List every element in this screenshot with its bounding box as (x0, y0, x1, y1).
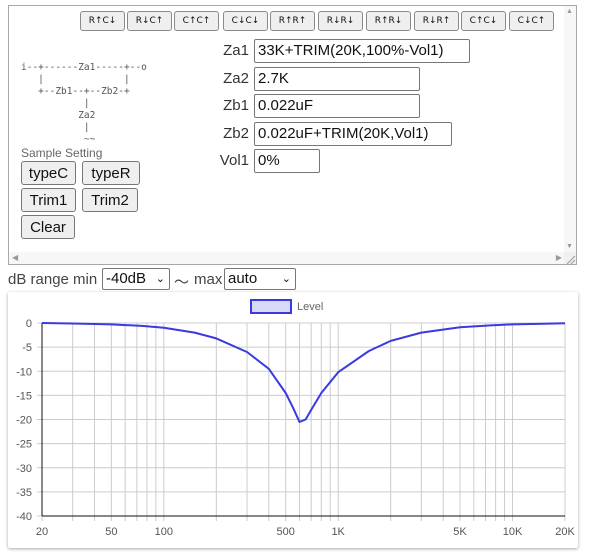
preset-button[interactable]: R↓R↓ (318, 11, 363, 31)
x-tick-label: 1K (331, 526, 345, 538)
range-separator: 〜 (174, 274, 190, 291)
series-line-level (41, 322, 566, 423)
db-min-select-value: -40dB (106, 270, 147, 287)
preset-button[interactable]: R↑R↑ (270, 11, 315, 31)
diagram-line: | (21, 98, 90, 109)
x-tick-label: 500 (277, 526, 295, 538)
sample-button[interactable]: typeR (82, 161, 140, 185)
x-tick-label: 5K (453, 526, 467, 538)
frequency-response-chart: 0 -5 -10 -15 -20 -25 -30 -35 -40 20 50 100 500 1K 5K 10… (8, 292, 578, 548)
circuit-diagram: i--+------Za1-----+--o | | +--Zb1--+--Zb… (21, 62, 147, 146)
sample-button[interactable]: typeC (21, 161, 76, 185)
sample-button[interactable]: Trim2 (82, 188, 138, 212)
preset-button[interactable]: C↑C↑ (174, 11, 219, 31)
x-tick-label: 20 (36, 526, 48, 538)
legend-label: Level (297, 301, 323, 313)
field-label: Za2 (223, 70, 249, 87)
preset-button[interactable]: C↑C↓ (461, 11, 506, 31)
field-label: Za1 (223, 42, 249, 59)
y-tick-label: -20 (16, 415, 32, 427)
db-max-select[interactable]: auto ⌄ (224, 268, 296, 290)
chevron-down-icon: ⌄ (155, 273, 165, 285)
horizontal-scrollbar[interactable]: ◀ ▶ (9, 252, 565, 264)
field-label: Vol1 (219, 152, 249, 169)
vertical-scrollbar[interactable]: ▲ ▼ (564, 6, 576, 252)
db-range-max-label: max (194, 271, 223, 288)
x-tick-label: 50 (105, 526, 117, 538)
sample-button[interactable]: Trim1 (21, 188, 76, 212)
field-input[interactable]: 0.022uF (254, 94, 420, 118)
resize-grip-icon[interactable] (564, 252, 576, 265)
y-tick-label: -40 (16, 511, 32, 523)
preset-button[interactable]: R↓R↑ (414, 11, 459, 31)
x-tick-label: 20K (555, 526, 575, 538)
preset-button[interactable]: R↑C↓ (80, 11, 125, 31)
preset-button[interactable]: R↑R↓ (366, 11, 411, 31)
chart-svg: 0 -5 -10 -15 -20 -25 -30 -35 -40 20 50 100 500 1K 5K 10… (16, 299, 575, 538)
y-tick-label: -25 (16, 439, 32, 451)
preset-button[interactable]: C↓C↓ (223, 11, 268, 31)
preset-button[interactable]: R↓C↑ (127, 11, 172, 31)
y-tick-label: 0 (26, 318, 32, 330)
y-tick-label: -10 (16, 366, 32, 378)
field-input[interactable]: 0.022uF+TRIM(20K,Vol1) (254, 122, 452, 146)
scroll-down-icon[interactable]: ▼ (566, 243, 573, 250)
field-label: Zb2 (223, 125, 249, 142)
sample-button[interactable]: Clear (21, 215, 75, 239)
field-input[interactable]: 33K+TRIM(20K,100%-Vol1) (254, 39, 470, 63)
db-min-select[interactable]: -40dB ⌄ (102, 268, 170, 290)
circuit-textarea-panel[interactable]: R↑C↓ R↓C↑ C↑C↑ C↓C↓ R↑R↑ R↓R↓ R↑R↓ R↓R↑ C↑C↓ C↓C↑… (8, 5, 577, 265)
preset-button[interactable]: C↓C↑ (509, 11, 554, 31)
scroll-right-icon[interactable]: ▶ (556, 253, 562, 262)
db-max-select-value: auto (228, 270, 258, 287)
scroll-left-icon[interactable]: ◀ (12, 253, 18, 262)
y-tick-label: -35 (16, 487, 32, 499)
y-tick-label: -15 (16, 390, 32, 402)
chevron-down-icon: ⌄ (281, 273, 291, 285)
scroll-up-icon[interactable]: ▲ (566, 8, 573, 15)
field-label: Zb1 (223, 97, 249, 114)
sample-setting-title: Sample Setting (21, 146, 103, 160)
x-tick-label: 100 (155, 526, 173, 538)
diagram-line: | | (21, 74, 130, 85)
diagram-line: +--Zb1--+--Zb2-+ (21, 86, 130, 97)
y-tick-label: -30 (16, 463, 32, 475)
legend-swatch (250, 299, 292, 314)
field-input[interactable]: 2.7K (254, 67, 420, 91)
y-tick-label: -5 (22, 342, 32, 354)
x-tick-label: 10K (503, 526, 523, 538)
diagram-line: | (21, 122, 90, 133)
db-range-min-label: dB range min (8, 271, 98, 288)
diagram-line: Za2 (21, 110, 96, 121)
diagram-line: i--+------Za1-----+--o (21, 62, 147, 73)
diagram-line: ~~ (21, 134, 96, 145)
field-input[interactable]: 0% (254, 149, 320, 173)
